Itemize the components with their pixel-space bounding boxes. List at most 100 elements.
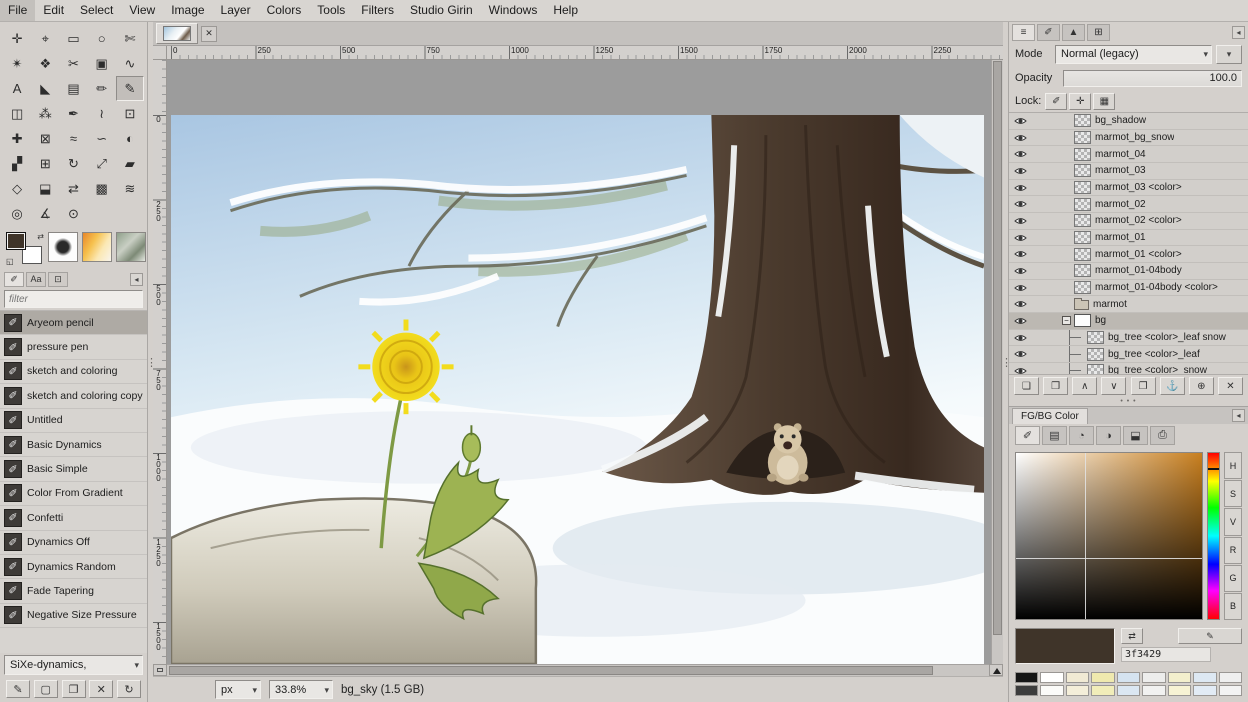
quick-mask-button[interactable] — [153, 664, 167, 676]
layer-visibility-toggle[interactable] — [1014, 363, 1032, 375]
layer-row[interactable]: marmot_01-04body <color> — [1009, 280, 1248, 297]
refresh-dynamics-button[interactable]: ↻ — [117, 680, 141, 698]
tab-gimp-selector[interactable]: ✐ — [1015, 426, 1040, 445]
group-expander-icon[interactable] — [1062, 233, 1071, 242]
palette-swatch[interactable] — [1219, 685, 1242, 696]
tool-flip[interactable]: ⇄ — [59, 176, 87, 201]
tool-warp-transform[interactable]: ≋ — [116, 176, 144, 201]
tab-fonts[interactable]: Aa — [26, 272, 46, 287]
tool-clone[interactable]: ⊡ — [116, 101, 144, 126]
tool-blur-sharpen[interactable]: ≈ — [59, 126, 87, 151]
channel-button[interactable]: B — [1224, 593, 1242, 620]
layer-row[interactable]: marmot_02 — [1009, 196, 1248, 213]
layer-link-slot[interactable] — [1032, 363, 1062, 375]
tab-patterns[interactable]: ▲ — [1062, 24, 1085, 41]
layer-visibility-toggle[interactable] — [1014, 146, 1032, 162]
palette-swatch[interactable] — [1219, 672, 1242, 683]
image-tab[interactable] — [156, 23, 198, 44]
tool-heal[interactable]: ✚ — [3, 126, 31, 151]
tool-rotate[interactable]: ↻ — [59, 151, 87, 176]
tab-images[interactable]: ⊞ — [1087, 24, 1110, 41]
menubar-item[interactable]: View — [121, 0, 163, 21]
tool-zoom[interactable]: ⊙ — [59, 201, 87, 226]
tool-crop[interactable]: ▞ — [3, 151, 31, 176]
layer-link-slot[interactable] — [1032, 313, 1062, 329]
layer-visibility-toggle[interactable] — [1014, 230, 1032, 246]
scrollbar-thumb[interactable] — [993, 61, 1002, 635]
tool-ink[interactable]: ✒ — [59, 101, 87, 126]
palette-swatch[interactable] — [1040, 672, 1063, 683]
fg-bg-colors-widget[interactable] — [6, 232, 44, 266]
tool-ellipse-select[interactable]: ○ — [88, 26, 116, 51]
lock-pixels-button[interactable]: ✐ — [1045, 93, 1067, 110]
tool-rectangle-select[interactable]: ▭ — [59, 26, 87, 51]
menubar-item[interactable]: Tools — [309, 0, 353, 21]
merge-layer-button[interactable]: ⊕ — [1189, 377, 1214, 395]
layer-visibility-toggle[interactable] — [1014, 213, 1032, 229]
raise-layer-button[interactable]: ∧ — [1072, 377, 1097, 395]
unit-select[interactable]: px — [215, 680, 261, 699]
dynamics-list-item[interactable]: pressure pen — [0, 335, 147, 359]
tab-scales[interactable]: ⎙ — [1150, 426, 1175, 445]
channel-button[interactable]: R — [1224, 537, 1242, 564]
layer-row[interactable]: marmot_01 — [1009, 230, 1248, 247]
tool-pencil[interactable]: ✏ — [88, 76, 116, 101]
collapse-dock-button[interactable] — [1232, 26, 1245, 39]
gradient-preview[interactable] — [82, 232, 112, 262]
palette-swatch[interactable] — [1091, 672, 1114, 683]
group-expander-icon[interactable] — [1062, 183, 1071, 192]
layer-link-slot[interactable] — [1032, 280, 1062, 296]
menubar-item[interactable]: Layer — [213, 0, 259, 21]
dock-resize-handle[interactable] — [1009, 397, 1248, 406]
tab-dynamics-editor[interactable]: ✐ — [4, 272, 24, 287]
dynamics-filter-input[interactable] — [4, 290, 143, 308]
tab-tool-options[interactable]: ⊡ — [48, 272, 68, 287]
menubar-item[interactable]: Help — [545, 0, 586, 21]
menubar-item[interactable]: Studio Girin — [402, 0, 481, 21]
layer-link-slot[interactable] — [1032, 346, 1062, 362]
palette-swatch[interactable] — [1015, 672, 1038, 683]
dynamics-list-item[interactable]: sketch and coloring copy — [0, 384, 147, 408]
lock-position-button[interactable]: ✛ — [1069, 93, 1091, 110]
tool-foreground-select[interactable]: ▣ — [88, 51, 116, 76]
tool-unified-transform[interactable]: ⊞ — [31, 151, 59, 176]
layer-visibility-toggle[interactable] — [1014, 130, 1032, 146]
layer-visibility-toggle[interactable] — [1014, 263, 1032, 279]
menubar-item[interactable]: Filters — [353, 0, 402, 21]
layer-row[interactable]: marmot_02 <color> — [1009, 213, 1248, 230]
group-expander-icon[interactable] — [1062, 166, 1071, 175]
layer-link-slot[interactable] — [1032, 163, 1062, 179]
dynamics-list-item[interactable]: Aryeom pencil — [0, 311, 147, 335]
mode-switch-button[interactable] — [1216, 45, 1242, 64]
channel-button[interactable]: H — [1224, 452, 1242, 479]
horizontal-scrollbar[interactable] — [167, 664, 989, 676]
new-dynamics-button[interactable]: ▢ — [34, 680, 58, 698]
channel-button[interactable]: G — [1224, 565, 1242, 592]
layer-visibility-toggle[interactable] — [1014, 113, 1032, 129]
menubar-item[interactable]: Colors — [259, 0, 310, 21]
layer-link-slot[interactable] — [1032, 263, 1062, 279]
layer-row[interactable]: bg_tree <color>_leaf snow — [1009, 330, 1248, 347]
tool-fuzzy-select[interactable]: ✴ — [3, 51, 31, 76]
panel-menu-button[interactable] — [1232, 409, 1245, 422]
tool-mypaint-brush[interactable]: ≀ — [88, 101, 116, 126]
current-color-swatch[interactable] — [1015, 628, 1115, 664]
layer-visibility-toggle[interactable] — [1014, 313, 1032, 329]
tab-layers[interactable]: ≡ — [1012, 24, 1035, 41]
vertical-scrollbar[interactable] — [991, 60, 1003, 664]
hex-input[interactable] — [1121, 647, 1211, 662]
tool-smudge[interactable]: ∽ — [88, 126, 116, 151]
dynamics-list-item[interactable]: Untitled — [0, 409, 147, 433]
tool-scale[interactable]: ⤢ — [88, 151, 116, 176]
palette-swatch[interactable] — [1193, 672, 1216, 683]
group-expander-icon[interactable]: − — [1062, 316, 1071, 325]
tab-palette[interactable]: ⬓ — [1123, 426, 1148, 445]
palette-swatch[interactable] — [1066, 685, 1089, 696]
tool-paintbrush[interactable]: ✎ — [116, 76, 144, 101]
group-expander-icon[interactable] — [1062, 116, 1071, 125]
tool-paths[interactable]: ∿ — [116, 51, 144, 76]
lock-alpha-button[interactable]: ▦ — [1093, 93, 1115, 110]
close-image-button[interactable]: ✕ — [201, 26, 217, 42]
group-expander-icon[interactable] — [1062, 150, 1071, 159]
fgbg-color-tab[interactable]: FG/BG Color — [1012, 408, 1088, 424]
